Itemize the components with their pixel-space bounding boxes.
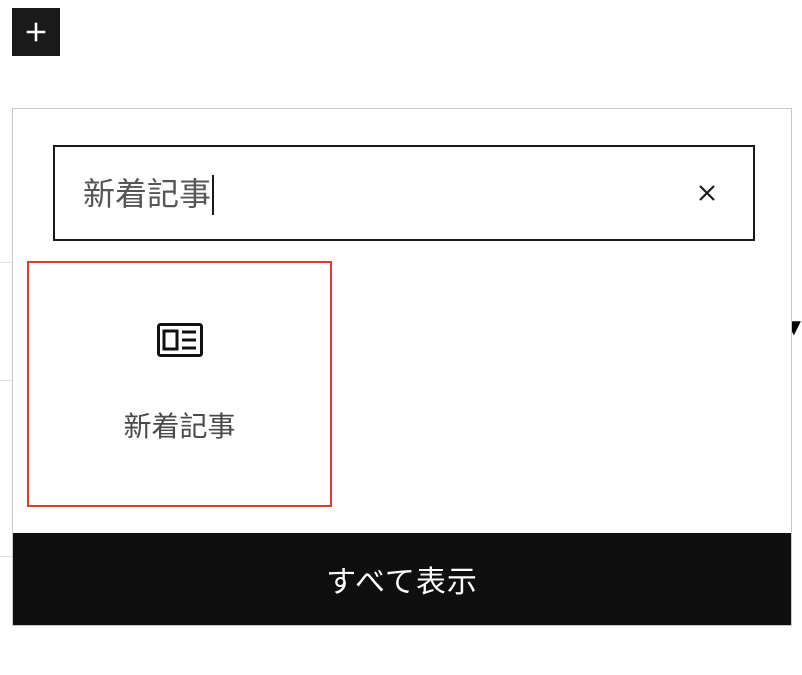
show-all-button[interactable]: すべて表示 (13, 533, 791, 625)
plus-icon (22, 18, 50, 46)
clear-search-button[interactable] (685, 171, 729, 215)
block-inserter-popover: 新着記事 新着記事 すべて (12, 108, 792, 626)
bg-row-divider (0, 380, 12, 381)
block-item-label: 新着記事 (123, 405, 235, 445)
close-icon (695, 181, 719, 205)
add-block-button[interactable] (12, 8, 60, 56)
show-all-label: すべて表示 (326, 557, 478, 601)
bg-row-divider (0, 556, 12, 557)
search-input[interactable]: 新着記事 (83, 169, 214, 217)
latest-posts-icon (157, 323, 203, 357)
bg-dropdown-caret (792, 314, 802, 338)
search-box[interactable]: 新着記事 (53, 145, 755, 241)
bg-row-divider (0, 262, 12, 263)
block-item-latest-posts[interactable]: 新着記事 (27, 261, 332, 507)
search-row: 新着記事 (13, 109, 791, 241)
search-results: 新着記事 (13, 241, 791, 533)
